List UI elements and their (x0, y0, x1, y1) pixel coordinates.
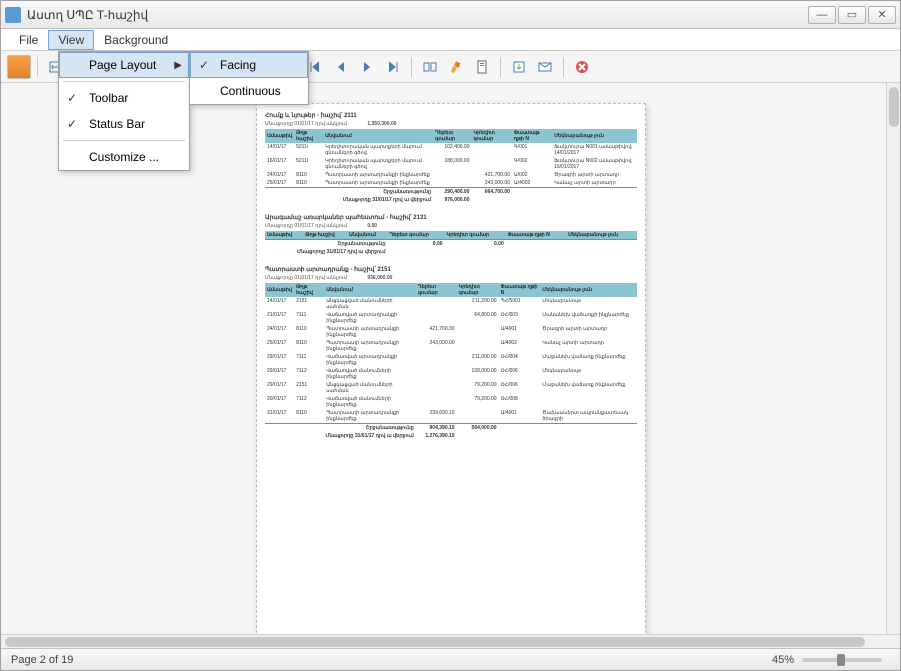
menu-page-layout[interactable]: Page Layout▶ (59, 52, 189, 78)
page-setup-icon[interactable] (470, 55, 494, 79)
next-page-icon[interactable] (355, 55, 379, 79)
menu-toolbar[interactable]: ✓Toolbar (59, 85, 189, 111)
title-bar: Աստղ ՍՊԸ T-հաշիվ — ▭ ✕ (1, 1, 900, 29)
menu-background[interactable]: Background (94, 30, 178, 50)
horizontal-scrollbar[interactable] (1, 634, 900, 648)
app-icon (5, 7, 21, 23)
save-icon[interactable] (507, 55, 531, 79)
vertical-scrollbar[interactable] (886, 83, 900, 634)
separator (37, 57, 38, 77)
close-button[interactable]: ✕ (868, 6, 896, 24)
separator (411, 57, 412, 77)
multipage-icon[interactable] (418, 55, 442, 79)
page-indicator: Page 2 of 19 (11, 654, 73, 666)
menu-divider (63, 81, 185, 82)
page-color-button[interactable] (7, 55, 31, 79)
submenu-facing[interactable]: ✓Facing (190, 52, 308, 78)
highlight-icon[interactable] (444, 55, 468, 79)
close-preview-icon[interactable] (570, 55, 594, 79)
prev-page-icon[interactable] (329, 55, 353, 79)
scroll-thumb[interactable] (5, 637, 865, 647)
menu-customize[interactable]: Customize ... (59, 144, 189, 170)
zoom-slider[interactable] (802, 658, 882, 662)
preview-page: Հումք և նյութեր - հաշիվ՝ 2111Մնացորդը 01… (256, 103, 646, 634)
menu-file[interactable]: File (9, 30, 48, 50)
view-dropdown: Page Layout▶ ✓Toolbar ✓Status Bar Custom… (58, 51, 190, 171)
window-title: Աստղ ՍՊԸ T-հաշիվ (27, 8, 806, 22)
slider-knob[interactable] (837, 654, 845, 666)
check-icon: ✓ (67, 91, 77, 105)
menu-view[interactable]: View (48, 30, 94, 50)
email-icon[interactable] (533, 55, 557, 79)
check-icon: ✓ (199, 58, 209, 72)
page-layout-submenu: ✓Facing Continuous (189, 51, 309, 105)
check-icon: ✓ (67, 117, 77, 131)
separator (500, 57, 501, 77)
separator (563, 57, 564, 77)
scroll-thumb[interactable] (889, 87, 899, 127)
menu-status-bar[interactable]: ✓Status Bar (59, 111, 189, 137)
minimize-button[interactable]: — (808, 6, 836, 24)
zoom-percent: 45% (772, 654, 794, 666)
submenu-arrow-icon: ▶ (174, 60, 182, 71)
submenu-continuous[interactable]: Continuous (190, 78, 308, 104)
menu-divider (63, 140, 185, 141)
menu-bar: File View Background (1, 29, 900, 51)
last-page-icon[interactable] (381, 55, 405, 79)
status-bar: Page 2 of 19 45% (1, 648, 900, 670)
maximize-button[interactable]: ▭ (838, 6, 866, 24)
